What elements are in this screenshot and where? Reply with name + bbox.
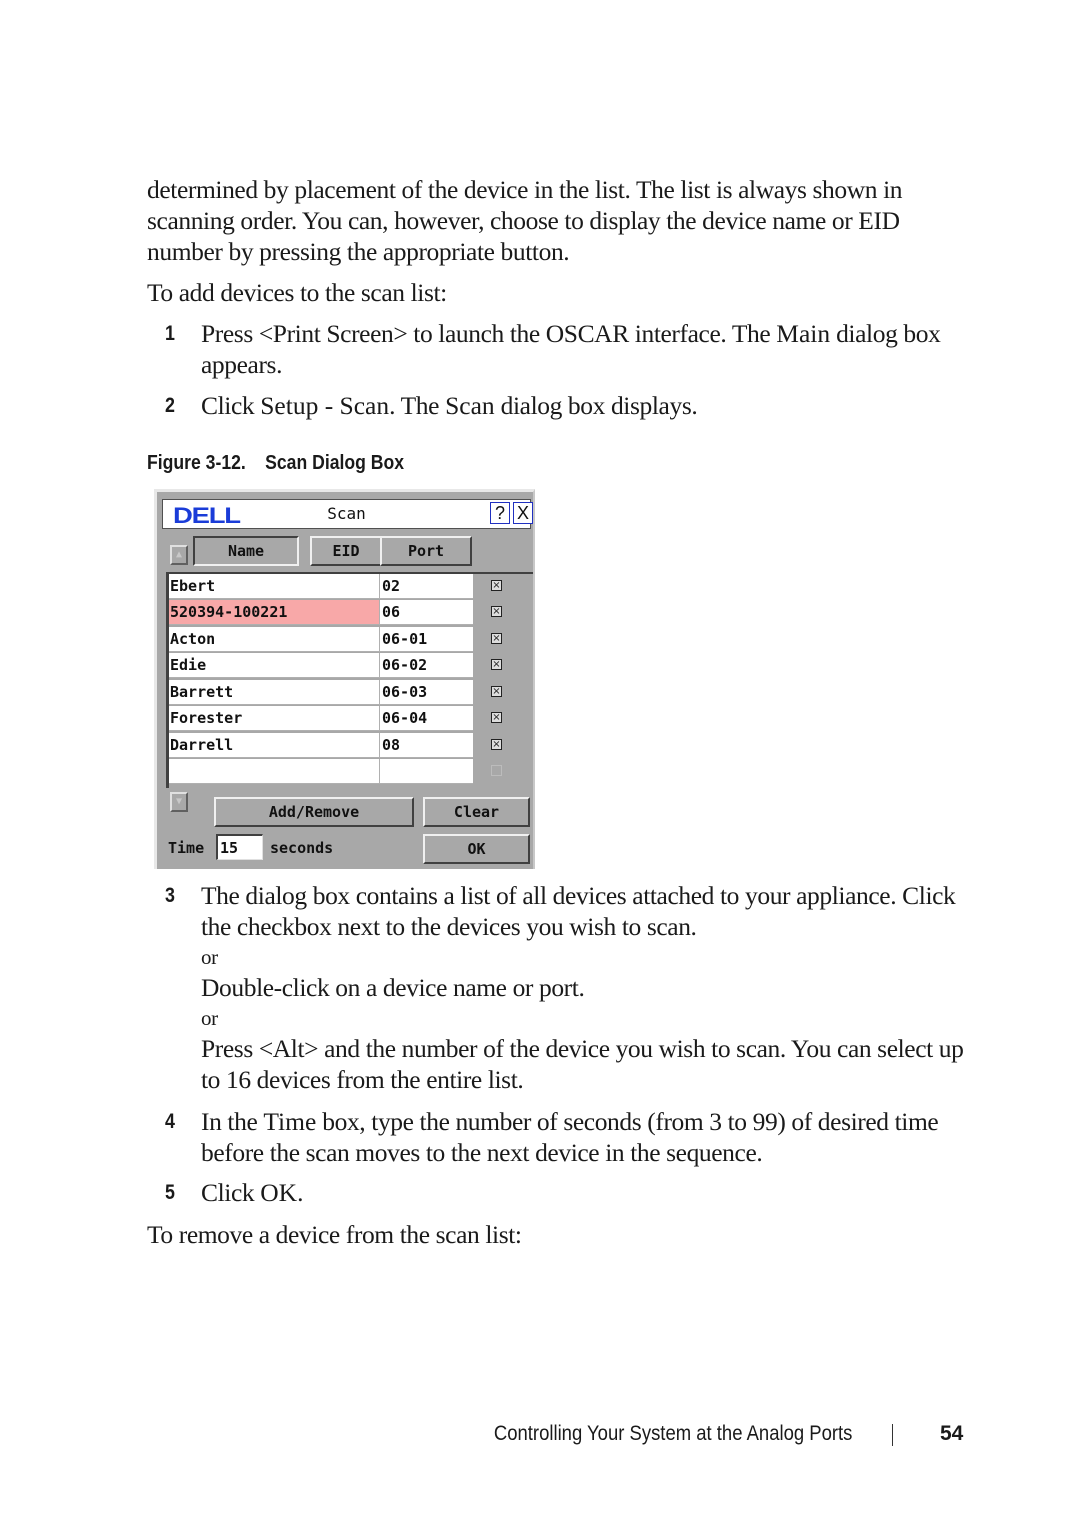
- add-devices-heading: To add devices to the scan list:: [147, 278, 447, 307]
- scan-checkbox[interactable]: ×: [491, 633, 502, 644]
- page-number: 54: [940, 1422, 964, 1445]
- device-name[interactable]: Darrell: [169, 733, 380, 758]
- scroll-up-icon[interactable]: ▲: [170, 545, 188, 565]
- ui-term-ok: OK: [260, 1178, 298, 1207]
- ui-term-scan: Scan: [445, 391, 495, 420]
- help-icon[interactable]: ?: [490, 502, 510, 524]
- table-row[interactable]: Acton 06-01 ×: [169, 627, 533, 653]
- close-icon[interactable]: X: [513, 502, 533, 524]
- step-number: 4: [165, 1110, 175, 1133]
- device-name[interactable]: [169, 759, 380, 784]
- step-4: 4 In the Time box, type the number of se…: [165, 1107, 939, 1167]
- device-name[interactable]: Forester: [169, 706, 380, 731]
- time-input[interactable]: [216, 834, 263, 860]
- sort-name-button[interactable]: Name: [193, 536, 299, 566]
- ui-term-main: Main: [776, 319, 831, 348]
- scan-dialog: DELL Scan ? X ▲ Name EID Port Ebert 02 ×…: [154, 489, 535, 869]
- device-port[interactable]: 06-04: [380, 706, 473, 731]
- table-row[interactable]: Edie 06-02 ×: [169, 653, 533, 679]
- scroll-down-icon[interactable]: ▼: [170, 792, 188, 812]
- table-row[interactable]: [169, 759, 533, 785]
- device-port[interactable]: 06: [380, 600, 473, 625]
- table-row[interactable]: Ebert 02 ×: [169, 574, 533, 600]
- device-name[interactable]: Barrett: [169, 680, 380, 705]
- table-row[interactable]: Barrett 06-03 ×: [169, 680, 533, 706]
- device-name[interactable]: Acton: [169, 627, 380, 652]
- device-port[interactable]: [380, 759, 473, 784]
- ui-term-time: Time: [263, 1107, 317, 1136]
- scan-checkbox[interactable]: ×: [491, 606, 502, 617]
- step-1: 1 Press <Print Screen> to launch the OSC…: [165, 319, 941, 379]
- dialog-title: Scan: [327, 504, 366, 523]
- device-name[interactable]: Ebert: [169, 574, 380, 599]
- scan-checkbox[interactable]: [491, 765, 502, 776]
- ui-term-setup-scan: Setup - Scan: [260, 391, 390, 420]
- time-label: Time: [168, 839, 205, 857]
- figure-title: Scan Dialog Box: [265, 452, 405, 474]
- footer-divider: [892, 1424, 893, 1446]
- scan-checkbox[interactable]: ×: [491, 659, 502, 670]
- sort-port-button[interactable]: Port: [380, 536, 472, 566]
- device-list: Ebert 02 × 520394-100221 06 × Acton 06-0…: [166, 572, 533, 788]
- step-3: 3 The dialog box contains a list of all …: [165, 881, 964, 1094]
- remove-devices-heading: To remove a device from the scan list:: [147, 1220, 522, 1249]
- step-5: 5 Click OK.: [165, 1178, 304, 1207]
- dialog-titlebar: DELL Scan ? X: [162, 499, 533, 529]
- table-row[interactable]: Forester 06-04 ×: [169, 706, 533, 732]
- device-port[interactable]: 06-03: [380, 680, 473, 705]
- step-2: 2 Click Setup - Scan. The Scan dialog bo…: [165, 391, 698, 420]
- seconds-label: seconds: [270, 839, 334, 857]
- scan-checkbox[interactable]: ×: [491, 686, 502, 697]
- footer-chapter-title: Controlling Your System at the Analog Po…: [493, 1422, 852, 1445]
- sort-eid-button[interactable]: EID: [310, 536, 382, 566]
- figure-caption: Figure 3-12. Scan Dialog Box: [147, 452, 404, 475]
- step-number: 2: [165, 394, 175, 417]
- device-port[interactable]: 08: [380, 733, 473, 758]
- step-number: 1: [165, 322, 175, 345]
- clear-button[interactable]: Clear: [423, 797, 530, 827]
- figure-label: Figure 3-12.: [147, 452, 246, 474]
- device-port[interactable]: 06-02: [380, 653, 473, 678]
- intro-paragraph: determined by placement of the device in…: [147, 175, 903, 266]
- device-port[interactable]: 06-01: [380, 627, 473, 652]
- step-number: 3: [165, 884, 175, 907]
- scan-checkbox[interactable]: ×: [491, 739, 502, 750]
- step-number: 5: [165, 1181, 175, 1204]
- table-row[interactable]: 520394-100221 06 ×: [169, 600, 533, 626]
- device-port[interactable]: 02: [380, 574, 473, 599]
- table-row[interactable]: Darrell 08 ×: [169, 733, 533, 759]
- ok-button[interactable]: OK: [423, 834, 530, 864]
- add-remove-button[interactable]: Add/Remove: [214, 797, 414, 827]
- device-name[interactable]: Edie: [169, 653, 380, 678]
- scan-checkbox[interactable]: ×: [491, 712, 502, 723]
- scan-checkbox[interactable]: ×: [491, 580, 502, 591]
- device-name[interactable]: 520394-100221: [169, 600, 380, 625]
